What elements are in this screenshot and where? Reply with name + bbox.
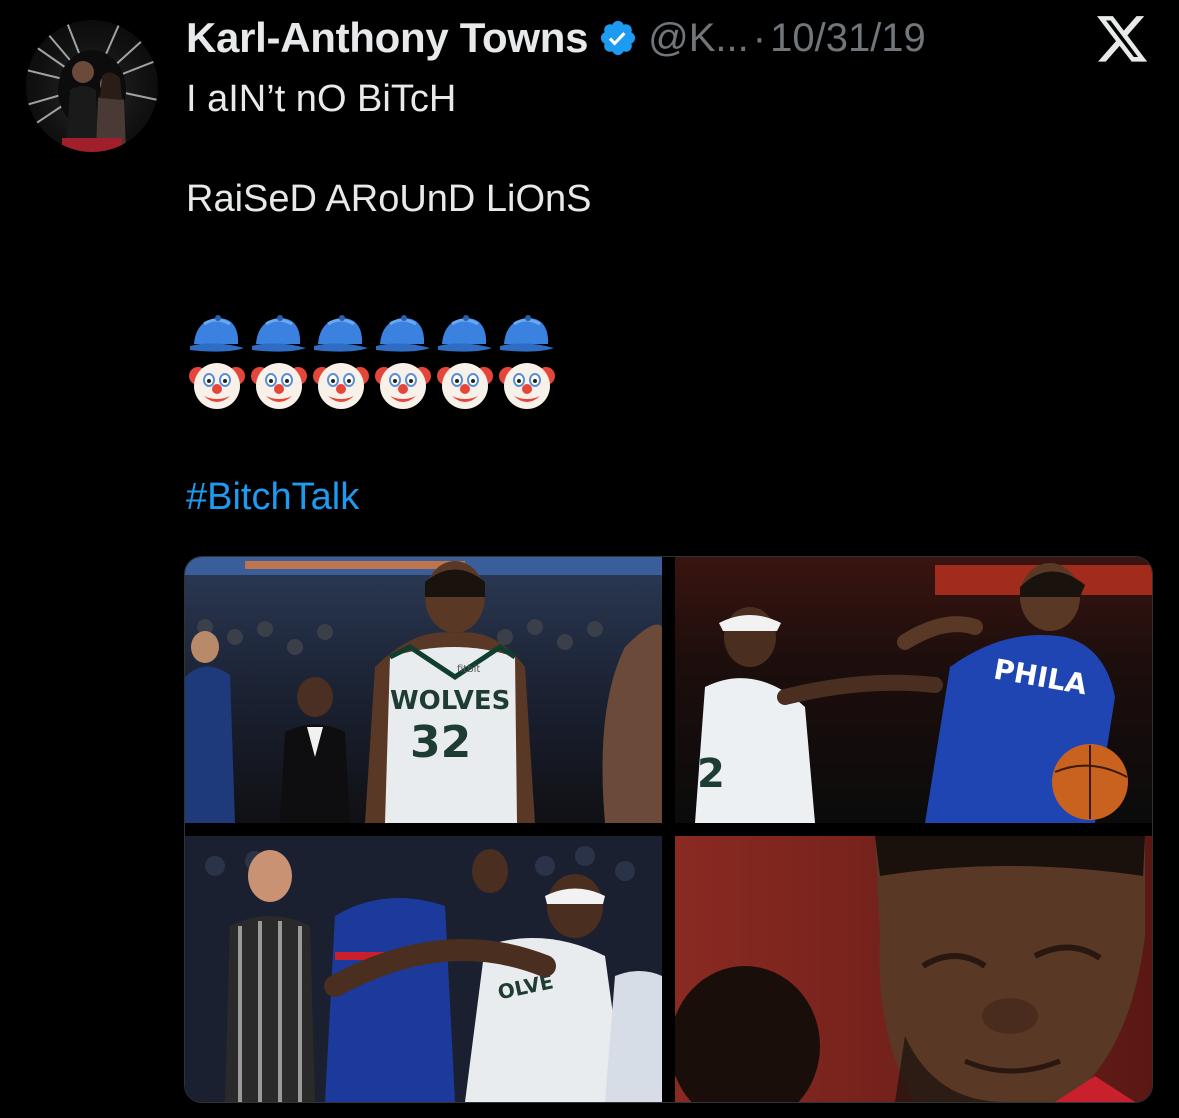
photo-embiid-closeup[interactable] bbox=[675, 836, 1152, 1102]
clown-face-icon bbox=[434, 356, 496, 412]
tweet-text-line: RaiSeD ARoUnD LiOnS bbox=[186, 178, 592, 220]
clown-face-icon bbox=[186, 356, 248, 412]
photo-embiid-falling[interactable]: 2 PHILA bbox=[675, 557, 1152, 823]
separator-dot: · bbox=[752, 15, 767, 60]
hashtag-link[interactable]: #BitchTalk bbox=[186, 476, 359, 519]
jersey-number: 32 bbox=[410, 717, 471, 768]
x-logo-icon bbox=[1097, 16, 1149, 64]
verified-badge-icon bbox=[598, 18, 638, 58]
photo-scuffle[interactable]: OLVE bbox=[185, 836, 662, 1102]
tweet-text-line bbox=[186, 124, 1146, 174]
clown-face-icon bbox=[310, 356, 372, 412]
blue-cap-icon bbox=[434, 306, 496, 362]
blue-cap-icon bbox=[372, 306, 434, 362]
blue-cap-icon bbox=[248, 306, 310, 362]
blue-cap-icon bbox=[310, 306, 372, 362]
blue-cap-icon bbox=[186, 306, 248, 362]
clown-emoji-row bbox=[186, 356, 558, 412]
clown-face-icon bbox=[248, 356, 310, 412]
svg-text:2: 2 bbox=[697, 751, 725, 797]
sponsor-patch: fitbit bbox=[457, 664, 480, 675]
clown-face-icon bbox=[496, 356, 558, 412]
tweet-date[interactable]: 10/31/19 bbox=[770, 16, 926, 61]
tweet-text: I aIN’t nO BiTcH RaiSeD ARoUnD LiOnS bbox=[186, 74, 1146, 224]
cap-emoji-row bbox=[186, 306, 558, 362]
clown-face-icon bbox=[372, 356, 434, 412]
media-grid: WOLVES 32 fitbit 2 PHILA OLVE bbox=[184, 556, 1153, 1103]
avatar[interactable] bbox=[26, 20, 158, 152]
author-name[interactable]: Karl-Anthony Towns bbox=[186, 14, 588, 62]
tweet-text-line: I aIN’t nO BiTcH bbox=[186, 78, 457, 120]
photo-towns-wolves-32[interactable]: WOLVES 32 fitbit bbox=[185, 557, 662, 823]
author-handle[interactable]: @K... bbox=[648, 16, 749, 61]
tweet-header: Karl-Anthony Towns @K... · 10/31/19 bbox=[186, 12, 926, 64]
blue-cap-icon bbox=[496, 306, 558, 362]
jersey-text: WOLVES bbox=[390, 686, 510, 716]
